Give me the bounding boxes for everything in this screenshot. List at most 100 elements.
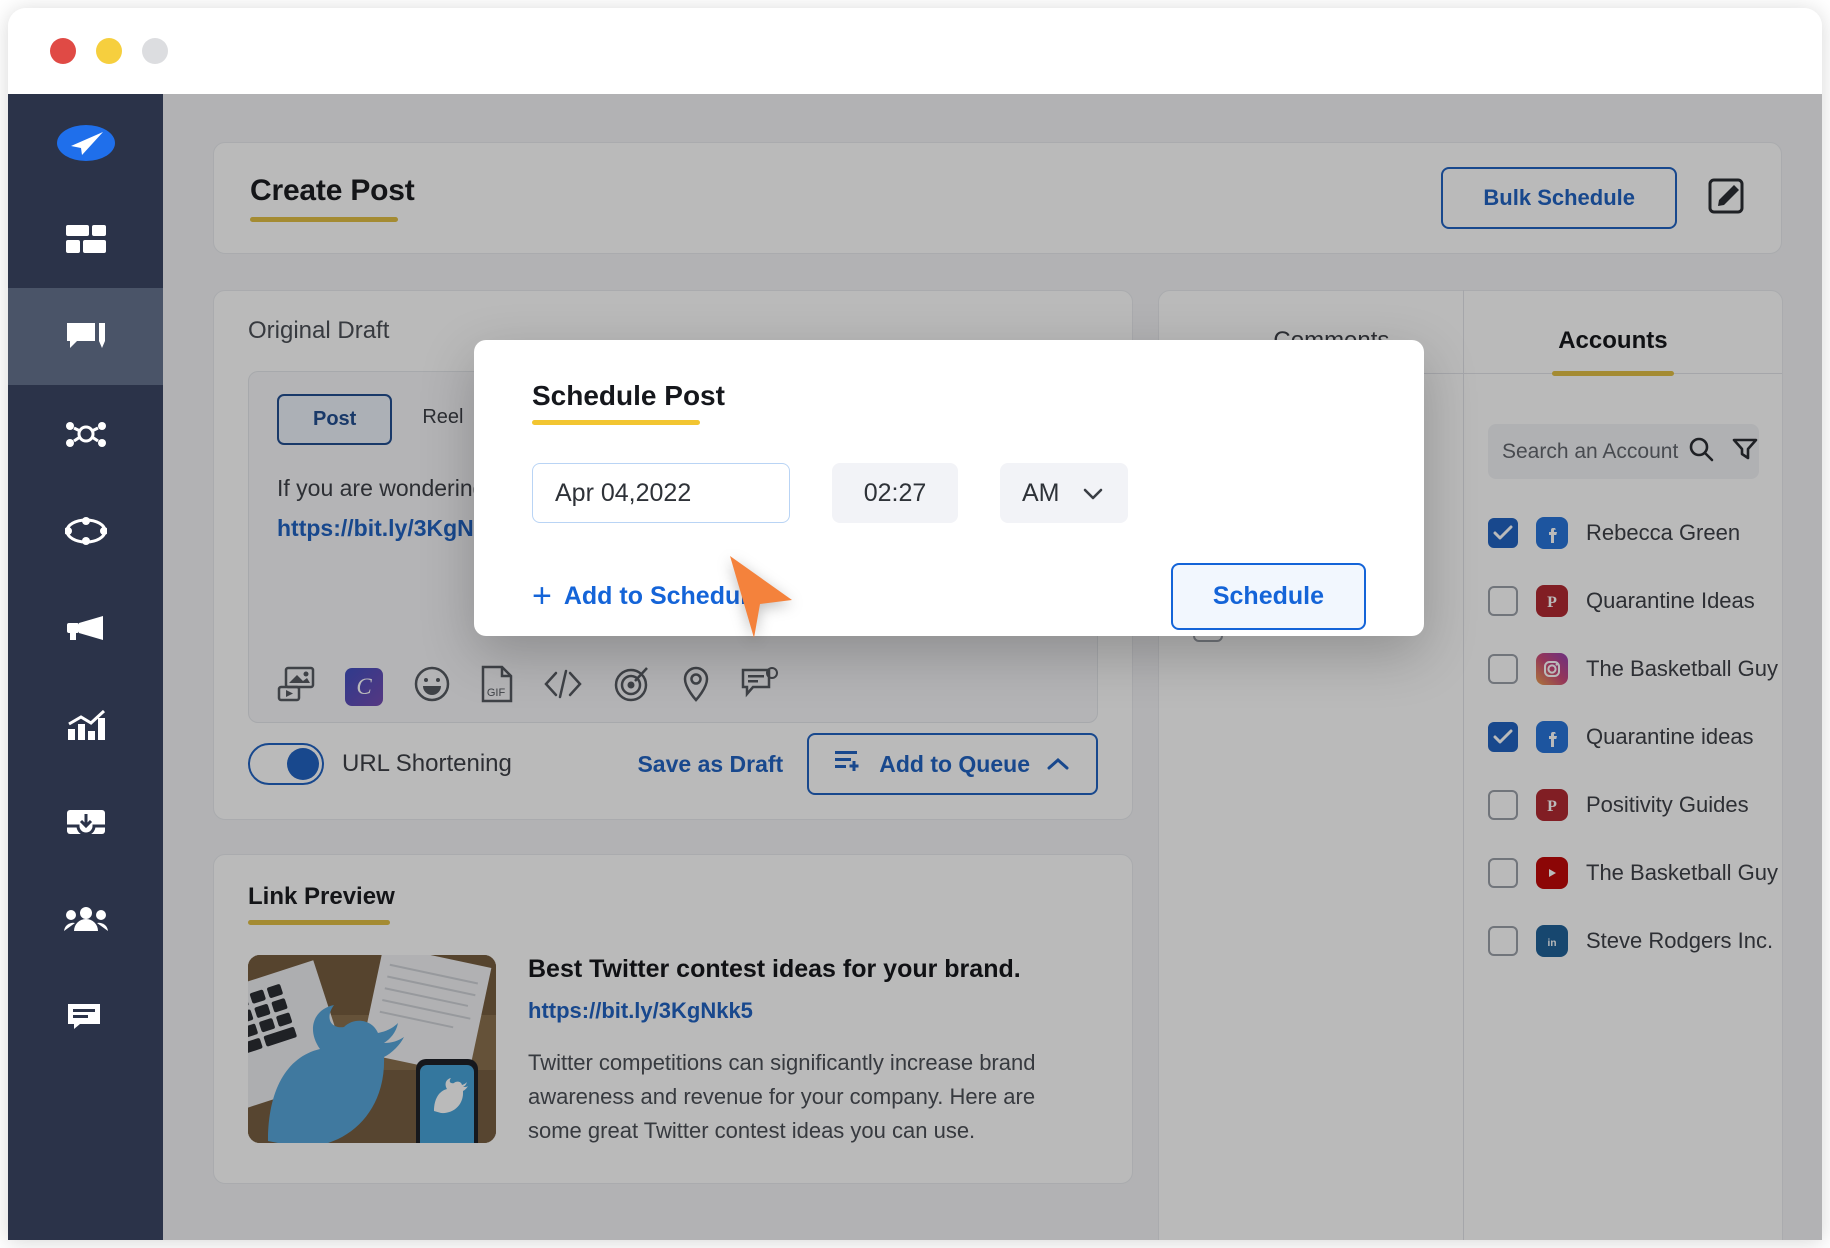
- account-checkbox[interactable]: [1488, 858, 1518, 888]
- account-name: Quarantine ideas: [1586, 724, 1754, 749]
- search-input[interactable]: Search an Account: [1502, 440, 1678, 464]
- account-name: The Basketball Guy: [1586, 860, 1778, 885]
- sidebar-item-inbox[interactable]: [8, 773, 163, 870]
- sidebar-item-team[interactable]: [8, 870, 163, 967]
- tab-post[interactable]: Post: [277, 394, 393, 445]
- schedule-date-input[interactable]: Apr 04,2022: [532, 463, 790, 523]
- comment-note-icon[interactable]: [741, 667, 779, 706]
- canva-icon[interactable]: C: [345, 667, 383, 706]
- add-to-queue-button[interactable]: Add to Queue: [807, 733, 1098, 795]
- add-to-schedule-button[interactable]: + Add to Schedule: [532, 579, 762, 613]
- close-window-button[interactable]: [50, 38, 76, 64]
- image-video-icon[interactable]: [277, 665, 315, 708]
- main-content: Create Post Bulk Schedule Original Draft…: [163, 94, 1822, 1240]
- sidebar-item-reports[interactable]: [8, 967, 163, 1064]
- meridiem-value: AM: [1022, 478, 1060, 507]
- account-checkbox[interactable]: [1488, 926, 1518, 956]
- account-row[interactable]: P Quarantine Ideas: [1488, 585, 1759, 617]
- modal-fields: Apr 04,2022 02:27 AM: [532, 463, 1366, 523]
- account-checkbox[interactable]: [1488, 722, 1518, 752]
- schedule-meridiem-select[interactable]: AM: [1000, 463, 1128, 523]
- link-preview-url[interactable]: https://bit.ly/3KgNkk5: [528, 998, 1088, 1024]
- gif-icon[interactable]: GIF: [481, 665, 513, 708]
- sidebar-item-dashboard[interactable]: [8, 191, 163, 288]
- share-network-icon: [65, 420, 106, 448]
- sidebar-rail: [8, 94, 163, 1240]
- paper-plane-icon: [56, 121, 115, 165]
- link-preview-text: Best Twitter contest ideas for your bran…: [528, 955, 1088, 1148]
- add-to-schedule-label: Add to Schedule: [563, 582, 762, 610]
- sidebar-item-analytics[interactable]: [8, 676, 163, 773]
- link-preview-headline: Best Twitter contest ideas for your bran…: [528, 955, 1021, 983]
- sidebar-item-logo[interactable]: [8, 94, 163, 191]
- page-title: Create Post: [250, 174, 415, 207]
- megaphone-icon: [65, 615, 107, 641]
- link-preview-description: Twitter competitions can significantly i…: [528, 1050, 1036, 1144]
- youtube-icon: [1536, 857, 1568, 889]
- add-to-queue-label: Add to Queue: [879, 750, 1030, 777]
- svg-text:P: P: [1547, 594, 1557, 611]
- target-icon[interactable]: [613, 665, 651, 708]
- account-name: Rebecca Green: [1586, 520, 1741, 545]
- account-row[interactable]: The Basketball Guy: [1488, 857, 1778, 889]
- people-group-icon: [63, 906, 108, 932]
- app-window: Create Post Bulk Schedule Original Draft…: [8, 8, 1822, 1240]
- modal-title-underline: [532, 420, 700, 425]
- link-preview-title: Link Preview: [248, 883, 395, 910]
- schedule-time-input[interactable]: 02:27: [832, 463, 958, 523]
- minimize-window-button[interactable]: [96, 38, 122, 64]
- document-lines-icon: [66, 1002, 106, 1030]
- link-preview-underline: [248, 920, 390, 925]
- schedule-button[interactable]: Schedule: [1170, 563, 1366, 630]
- app-root: Create Post Bulk Schedule Original Draft…: [0, 0, 1830, 1248]
- account-checkbox[interactable]: [1488, 518, 1518, 548]
- post-text-line: If you are wondering: [277, 475, 486, 501]
- chevron-up-icon: [1046, 751, 1070, 778]
- dashboard-grid-icon: [65, 224, 106, 255]
- url-shortening-toggle[interactable]: [248, 743, 324, 785]
- facebook-icon: [1536, 721, 1568, 753]
- pinterest-icon: P: [1536, 585, 1568, 617]
- link-preview-thumbnail: [248, 955, 496, 1143]
- account-checkbox[interactable]: [1488, 790, 1518, 820]
- bulk-schedule-button[interactable]: Bulk Schedule: [1441, 167, 1677, 229]
- link-preview-card: Link Preview Best Twitter contest ideas …: [213, 854, 1133, 1184]
- account-name: The Basketball Guy: [1586, 656, 1778, 681]
- schedule-post-modal: Schedule Post Apr 04,2022 02:27 AM + Add…: [474, 340, 1424, 636]
- svg-text:GIF: GIF: [487, 687, 506, 699]
- save-as-draft-button[interactable]: Save as Draft: [637, 751, 783, 778]
- code-icon[interactable]: [543, 669, 583, 704]
- maximize-window-button[interactable]: [142, 38, 168, 64]
- location-pin-icon[interactable]: [681, 665, 711, 708]
- pinterest-icon: P: [1536, 789, 1568, 821]
- composer-footer: URL Shortening Save as Draft Add to Queu…: [248, 733, 1098, 795]
- sidebar-item-network[interactable]: [8, 385, 163, 482]
- svg-text:P: P: [1547, 798, 1557, 815]
- account-row[interactable]: Quarantine ideas: [1488, 721, 1759, 753]
- account-row[interactable]: The Basketball Guy: [1488, 653, 1778, 685]
- filter-funnel-icon[interactable]: [1732, 437, 1758, 466]
- toggle-knob: [287, 748, 319, 780]
- compose-message-icon: [65, 321, 107, 353]
- download-inbox-icon: [66, 808, 106, 836]
- account-name: Quarantine Ideas: [1586, 588, 1755, 613]
- svg-text:in: in: [1548, 938, 1557, 949]
- chevron-down-icon[interactable]: [1082, 479, 1104, 508]
- accounts-panel: Search an Account Rebecca Green P Quaran…: [1463, 290, 1783, 1240]
- queue-list-icon: [835, 749, 863, 779]
- account-checkbox[interactable]: [1488, 586, 1518, 616]
- discovery-orbit-icon: [64, 516, 107, 545]
- window-titlebar: [8, 8, 1822, 94]
- account-row[interactable]: P Positivity Guides: [1488, 789, 1759, 821]
- emoji-icon[interactable]: [413, 665, 451, 708]
- url-shortening-label: URL Shortening: [342, 750, 512, 777]
- account-checkbox[interactable]: [1488, 654, 1518, 684]
- sidebar-item-discovery[interactable]: [8, 482, 163, 579]
- account-row[interactable]: Rebecca Green: [1488, 517, 1759, 549]
- account-row[interactable]: in Steve Rodgers Inc.: [1488, 925, 1773, 957]
- search-account-field[interactable]: Search an Account: [1488, 424, 1759, 479]
- search-icon[interactable]: [1688, 436, 1714, 467]
- edit-square-icon[interactable]: [1707, 177, 1745, 220]
- sidebar-item-compose[interactable]: [8, 288, 163, 385]
- sidebar-item-campaigns[interactable]: [8, 579, 163, 676]
